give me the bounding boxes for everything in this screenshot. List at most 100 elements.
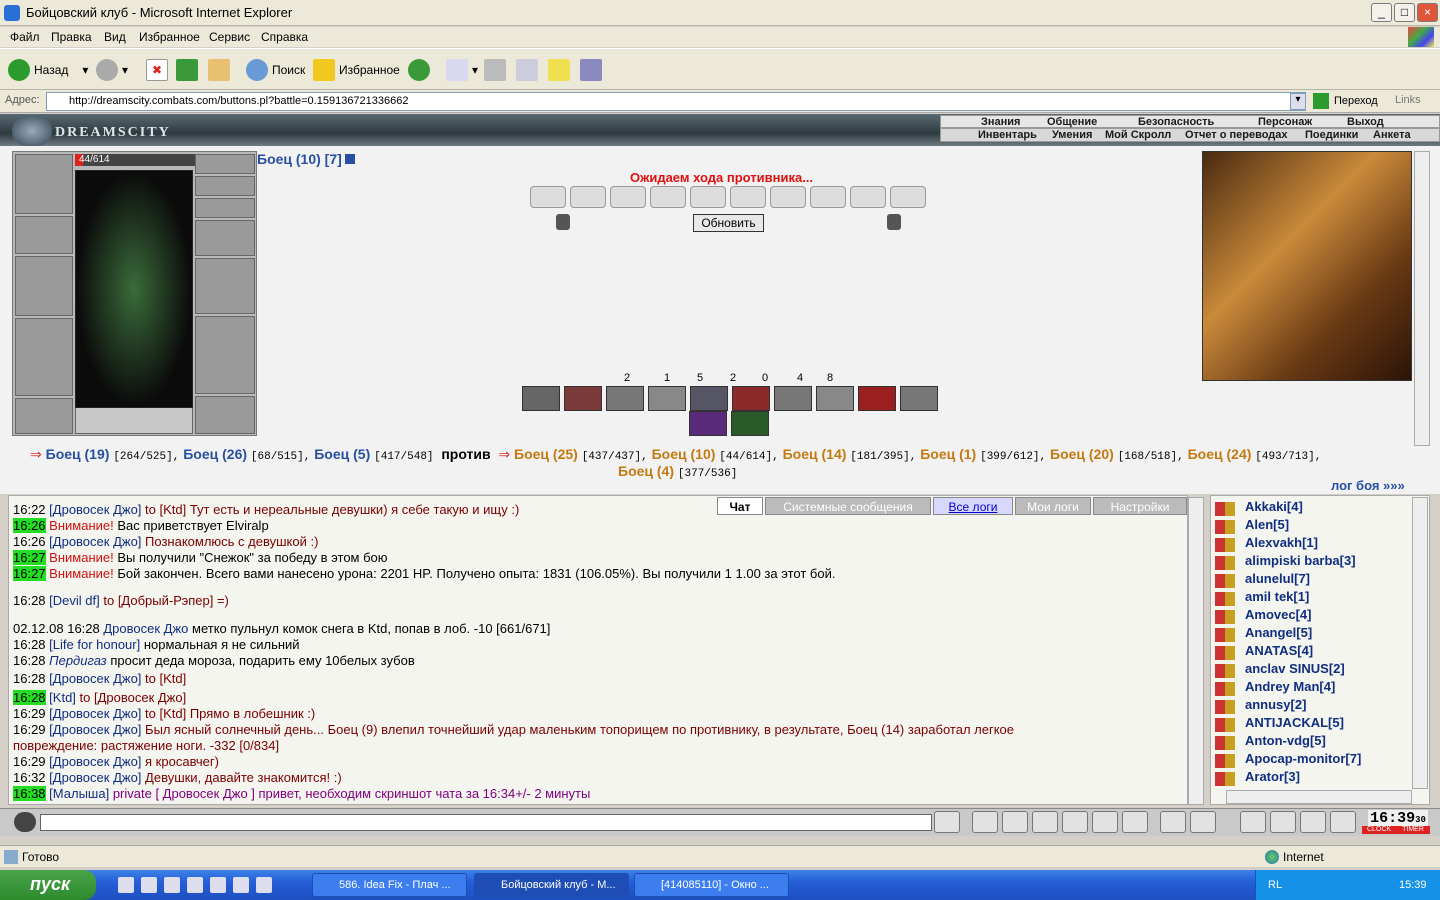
- team2-fighter[interactable]: Боец (25): [514, 446, 578, 462]
- chat-author[interactable]: [Life for honour]: [49, 637, 140, 652]
- chat-author[interactable]: Внимание!: [49, 550, 114, 565]
- quick-launch-icon[interactable]: [187, 877, 203, 893]
- address-input[interactable]: http://dreamscity.combats.com/buttons.pl…: [46, 92, 1306, 111]
- chat-scrollbar[interactable]: [1188, 497, 1204, 805]
- skill-icon[interactable]: [731, 411, 769, 436]
- skill-icon[interactable]: [774, 386, 812, 411]
- chat-input[interactable]: [40, 814, 932, 831]
- tab-system-messages[interactable]: Системные сообщения: [765, 497, 931, 515]
- game-scrollbar[interactable]: [1414, 151, 1430, 446]
- nav-skills[interactable]: Умения: [1052, 129, 1092, 141]
- team2-fighter[interactable]: Боец (20): [1050, 446, 1114, 462]
- team2-fighter[interactable]: Боец (14): [783, 446, 847, 462]
- skill-icon[interactable]: [858, 386, 896, 411]
- quick-launch-icon[interactable]: [210, 877, 226, 893]
- quick-launch-icon[interactable]: [233, 877, 249, 893]
- chat-author[interactable]: [Дровосек Джо]: [49, 770, 141, 785]
- team2-fighter[interactable]: Боец (4): [618, 463, 674, 479]
- ring-slot-2[interactable]: [195, 198, 255, 218]
- smiley-menu-icon[interactable]: [14, 812, 36, 832]
- battle-log-link[interactable]: лог боя »»»: [1331, 478, 1405, 493]
- tab-my-logs[interactable]: Мои логи: [1015, 497, 1091, 515]
- team2-fighter[interactable]: Боец (24): [1188, 446, 1252, 462]
- mail-button[interactable]: ▾: [446, 57, 478, 83]
- scroll-slot[interactable]: [690, 186, 726, 208]
- menu-file[interactable]: Файл: [10, 30, 40, 44]
- tab-all-logs[interactable]: Все логи: [933, 497, 1013, 515]
- address-dropdown-button[interactable]: ▾: [1290, 93, 1306, 110]
- users-scrollbar[interactable]: [1412, 497, 1428, 789]
- ring-slot-1[interactable]: [195, 176, 255, 196]
- start-button[interactable]: пуск: [0, 870, 96, 900]
- minimize-button[interactable]: _: [1371, 3, 1392, 22]
- nav-character[interactable]: Персонаж: [1258, 116, 1312, 128]
- menu-favorites[interactable]: Избранное: [139, 30, 200, 44]
- menu-help[interactable]: Справка: [261, 30, 308, 44]
- bracers-slot[interactable]: [15, 216, 73, 254]
- links-label[interactable]: Links: [1395, 94, 1421, 106]
- chat-author[interactable]: [Малыша]: [49, 786, 109, 801]
- stop-button[interactable]: ✖: [146, 57, 172, 83]
- user-list-item[interactable]: Amovec[4]: [1245, 607, 1311, 622]
- user-list-item[interactable]: Alen[5]: [1245, 517, 1289, 532]
- armor-slot[interactable]: [15, 318, 73, 396]
- chat-tool-button[interactable]: [1240, 811, 1266, 833]
- user-list-item[interactable]: amil tek[1]: [1245, 589, 1309, 604]
- scroll-slot[interactable]: [570, 186, 606, 208]
- chat-tool-button[interactable]: [1032, 811, 1058, 833]
- user-list-item[interactable]: Alexvakh[1]: [1245, 535, 1318, 550]
- quick-launch-icon[interactable]: [118, 877, 134, 893]
- team1-fighter[interactable]: Боец (26): [183, 446, 247, 462]
- task-icq-window[interactable]: [414085110] - Окно ...: [634, 873, 789, 897]
- chat-tool-button[interactable]: [1062, 811, 1088, 833]
- refresh-page-button[interactable]: [176, 57, 202, 83]
- edit-button[interactable]: [516, 57, 542, 83]
- close-button[interactable]: ×: [1417, 3, 1438, 22]
- home-button[interactable]: [208, 57, 234, 83]
- print-button[interactable]: [484, 57, 510, 83]
- chat-author[interactable]: Дровосек Джо: [103, 621, 188, 636]
- user-list-item[interactable]: alunelul[7]: [1245, 571, 1310, 586]
- menu-edit[interactable]: Правка: [51, 30, 92, 44]
- chat-tool-button[interactable]: [1300, 811, 1326, 833]
- team2-fighter[interactable]: Боец (10): [652, 446, 716, 462]
- user-list-item[interactable]: Akkaki[4]: [1245, 499, 1303, 514]
- weapon-slot[interactable]: [15, 256, 73, 316]
- chat-tool-button[interactable]: [1002, 811, 1028, 833]
- nav-inventory[interactable]: Инвентарь: [978, 129, 1037, 141]
- quick-launch-icon[interactable]: [164, 877, 180, 893]
- scroll-slot[interactable]: [730, 186, 766, 208]
- skill-icon[interactable]: [606, 386, 644, 411]
- user-list-item[interactable]: anclav SINUS[2]: [1245, 661, 1345, 676]
- chat-tool-button[interactable]: [1160, 811, 1186, 833]
- skill-icon[interactable]: [900, 386, 938, 411]
- chat-author[interactable]: [Дровосек Джо]: [49, 722, 141, 737]
- forward-button[interactable]: ▾: [96, 57, 128, 83]
- go-button[interactable]: Переход: [1313, 93, 1378, 109]
- nav-knowledge[interactable]: Знания: [981, 116, 1020, 128]
- quick-launch-icon[interactable]: [141, 877, 157, 893]
- tab-settings[interactable]: Настройки: [1093, 497, 1187, 515]
- tab-chat[interactable]: Чат: [717, 497, 763, 515]
- nav-duels[interactable]: Поединки: [1305, 129, 1358, 141]
- team1-fighter[interactable]: Боец (5): [314, 446, 370, 462]
- chat-tool-button[interactable]: [934, 811, 960, 833]
- scroll-slot[interactable]: [650, 186, 686, 208]
- chat-author[interactable]: [Дровосек Джо]: [49, 502, 141, 517]
- user-list-item[interactable]: alimpiski barba[3]: [1245, 553, 1356, 568]
- skill-icon[interactable]: [690, 386, 728, 411]
- skill-icon[interactable]: [564, 386, 602, 411]
- chat-author[interactable]: [Дровосек Джо]: [49, 754, 141, 769]
- nav-profile[interactable]: Анкета: [1373, 129, 1411, 141]
- quick-launch-icon[interactable]: [256, 877, 272, 893]
- language-indicator[interactable]: RL: [1268, 879, 1282, 891]
- amulet-slot[interactable]: [195, 154, 255, 174]
- chat-tool-button[interactable]: [1270, 811, 1296, 833]
- task-combats[interactable]: Бойцовский клуб - M...: [474, 873, 629, 897]
- user-list-item[interactable]: annusy[2]: [1245, 697, 1306, 712]
- scroll-slot[interactable]: [850, 186, 886, 208]
- back-button[interactable]: Назад ▾: [8, 57, 88, 83]
- scroll-slot[interactable]: [810, 186, 846, 208]
- menu-view[interactable]: Вид: [104, 30, 126, 44]
- nav-transfer-report[interactable]: Отчет о переводах: [1185, 129, 1288, 141]
